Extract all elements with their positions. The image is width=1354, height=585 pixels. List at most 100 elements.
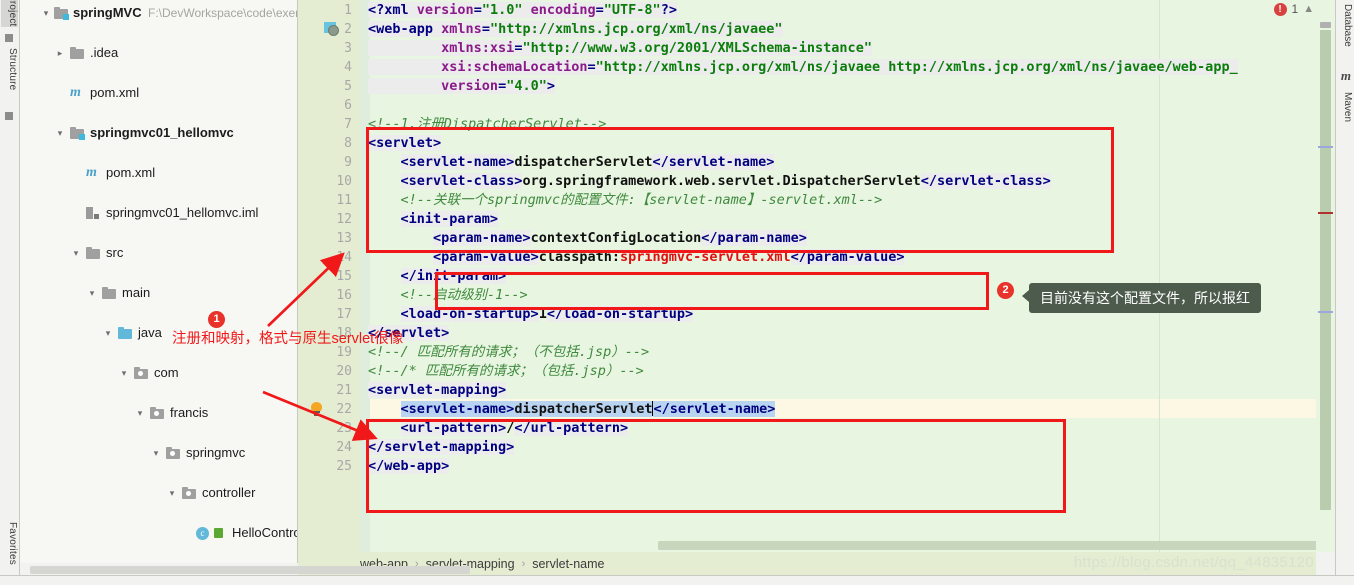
chevron-down-icon[interactable]: ▾: [134, 403, 146, 423]
code-line-19: <!--/ 匹配所有的请求；（不包括.jsp）-->: [368, 344, 650, 360]
status-bar: [0, 575, 1354, 585]
tree-item-label: .idea: [90, 45, 119, 60]
web-deployment-icon[interactable]: [324, 22, 339, 36]
line-number: 5: [344, 79, 352, 94]
source-folder-icon: [118, 323, 134, 343]
tree-row-pom-module[interactable]: m pom.xml: [20, 163, 297, 183]
maven-file-icon: m: [70, 85, 81, 100]
left-tool-window-strip: Project Structure Favorites: [0, 0, 20, 585]
project-tab-glyph: [5, 34, 13, 42]
structure-tab-glyph: [5, 112, 13, 120]
module-folder-icon: [54, 3, 70, 23]
tool-tab-project[interactable]: Project: [1, 0, 18, 27]
chevron-down-icon[interactable]: ▾: [40, 3, 52, 23]
iml-file-icon: [86, 203, 102, 223]
chevron-down-icon[interactable]: ▾: [86, 283, 98, 303]
error-count-icon: !: [1273, 2, 1287, 16]
line-number: 10: [336, 174, 352, 189]
tool-tab-structure-label: Structure: [7, 48, 18, 91]
tree-item-label: java: [138, 325, 162, 340]
scrollbar-marker-change[interactable]: [1318, 311, 1333, 313]
tool-tab-maven-label: Maven: [1342, 92, 1353, 123]
code-line-20: <!--/* 匹配所有的请求；（包括.jsp）-->: [368, 363, 644, 379]
tree-item-label: springmvc: [186, 445, 246, 460]
code-line-22: <servlet-name>dispatcherServlet</servlet…: [400, 401, 776, 417]
tool-tab-database[interactable]: Database: [1337, 4, 1353, 47]
line-number: 13: [336, 231, 352, 246]
tree-row-com[interactable]: ▾ com: [20, 363, 297, 383]
tree-row-idea[interactable]: ▸ .idea: [20, 43, 297, 63]
tree-item-label: springmvc01_hellomvc.iml: [106, 205, 259, 220]
scrollbar-marker-change[interactable]: [1318, 146, 1333, 148]
code-line-21: <servlet-mapping>: [368, 382, 507, 398]
line-number: 3: [344, 41, 352, 56]
line-number: 15: [336, 269, 352, 284]
maven-file-icon: m: [86, 165, 97, 180]
tool-tab-favorites[interactable]: Favorites: [1, 522, 18, 565]
line-number: 7: [344, 117, 352, 132]
tree-row-controller[interactable]: ▾ controller: [20, 483, 297, 503]
package-icon: [166, 443, 182, 463]
annotation-box-servlet-mapping: [366, 419, 1066, 513]
breadcrumb-item-servlet-name[interactable]: servlet-name: [532, 557, 604, 571]
java-class-icon: c: [196, 523, 212, 543]
tree-row-pom-root[interactable]: m pom.xml: [20, 83, 297, 103]
chevron-down-icon[interactable]: ▾: [102, 323, 114, 343]
scrollbar-thumb[interactable]: [1320, 30, 1331, 510]
line-number: 16: [336, 288, 352, 303]
editor-scrollbar[interactable]: [1316, 0, 1336, 552]
folder-icon: [70, 43, 86, 63]
line-number: 20: [336, 364, 352, 379]
line-number: 25: [336, 459, 352, 474]
annotation-box-param-value: [435, 272, 989, 310]
watermark-label: https://blog.csdn.net/qq_44835120: [1073, 554, 1314, 571]
intention-bulb-icon[interactable]: [310, 402, 323, 416]
right-tool-window-strip: Database m Maven: [1335, 0, 1354, 585]
tree-item-label: francis: [170, 405, 209, 420]
chevron-down-icon[interactable]: ▾: [166, 483, 178, 503]
tool-tab-database-label: Database: [1342, 4, 1353, 47]
tree-row-francis[interactable]: ▾ francis: [20, 403, 297, 423]
code-line-1: <?xml version="1.0" encoding="UTF-8"?>: [368, 2, 677, 18]
project-path-label: F:\DevWorkspace\code\exerc: [148, 6, 298, 20]
editor-gutter[interactable]: 1 2 3 4 5 6 7 8 9 10 11 12 13 14 15 16 1…: [298, 0, 360, 552]
annotation-box-servlet: [366, 127, 1114, 253]
tree-row-src[interactable]: ▾ src: [20, 243, 297, 263]
package-icon: [134, 363, 150, 383]
scrollbar-thumb-top[interactable]: [1320, 22, 1331, 28]
line-number: 12: [336, 212, 352, 227]
tool-tab-maven[interactable]: Maven: [1337, 92, 1353, 122]
project-horizontal-scrollbar[interactable]: [30, 566, 470, 574]
chevron-down-icon[interactable]: ▾: [54, 123, 66, 143]
line-number: 1: [344, 3, 352, 18]
annotation-badge-1: 1: [208, 311, 225, 328]
tree-row-root[interactable]: ▾ springMVC F:\DevWorkspace\code\exerc: [20, 3, 297, 23]
code-line-5: version="4.0">: [368, 77, 555, 96]
tree-item-label: com: [154, 365, 179, 380]
breadcrumb-separator-icon: ›: [521, 557, 526, 570]
tree-row-springmvc[interactable]: ▾ springmvc: [20, 443, 297, 463]
code-line-3: xmlns:xsi="http://www.w3.org/2001/XMLSch…: [368, 39, 872, 58]
line-number: 9: [344, 155, 352, 170]
tree-item-label: pom.xml: [90, 85, 140, 100]
chevron-down-icon[interactable]: ▾: [118, 363, 130, 383]
tree-row-hellocontroller[interactable]: c HelloContro: [20, 523, 297, 543]
line-number: 8: [344, 136, 352, 151]
annotation-note-1: 注册和映射，格式与原生servlet很像: [172, 331, 404, 347]
annotation-badge-2: 2: [997, 282, 1014, 299]
chevron-down-icon[interactable]: ▾: [150, 443, 162, 463]
horizontal-scrollbar[interactable]: [658, 541, 1316, 550]
chevron-down-icon[interactable]: ▾: [70, 243, 82, 263]
module-folder-icon: [70, 123, 86, 143]
chevron-up-icon[interactable]: ▲: [1303, 3, 1314, 15]
tree-row-module[interactable]: ▾ springmvc01_hellomvc: [20, 123, 297, 143]
chevron-right-icon[interactable]: ▸: [54, 43, 66, 63]
tool-tab-structure[interactable]: Structure: [1, 48, 18, 90]
package-icon: [182, 483, 198, 503]
scrollbar-marker-error[interactable]: [1318, 212, 1333, 214]
tree-row-iml[interactable]: springmvc01_hellomvc.iml: [20, 203, 297, 223]
project-tool-window[interactable]: ▾ springMVC F:\DevWorkspace\code\exerc ▸…: [20, 0, 298, 563]
tree-row-main[interactable]: ▾ main: [20, 283, 297, 303]
line-number: 11: [336, 193, 352, 208]
line-number: 17: [336, 307, 352, 322]
